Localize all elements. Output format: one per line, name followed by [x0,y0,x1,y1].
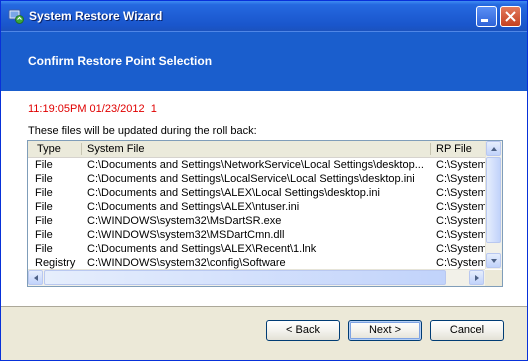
scroll-right-button[interactable] [469,270,484,285]
scroll-down-icon [491,259,497,263]
minimize-icon [481,19,488,22]
scroll-up-icon [491,147,497,151]
cell-system-file: C:\Documents and Settings\LocalService\L… [87,173,415,185]
table-row[interactable]: File C:\Documents and Settings\LocalServ… [28,173,485,186]
vertical-scrollbar[interactable] [485,141,502,269]
list-header: Type System File RP File [28,141,485,158]
minimize-button[interactable] [476,6,497,27]
scroll-up-button[interactable] [486,141,501,156]
cancel-button[interactable]: Cancel [430,320,504,341]
cell-system-file: C:\Documents and Settings\ALEX\Local Set… [87,187,380,199]
table-row[interactable]: File C:\Documents and Settings\ALEX\ntus… [28,201,485,214]
cell-type: File [35,229,53,241]
column-header-type[interactable]: Type [37,143,61,155]
close-icon [505,11,516,22]
cell-type: File [35,173,53,185]
cell-rp-file: C:\System [436,173,485,185]
vertical-scroll-thumb[interactable] [486,157,501,243]
table-row[interactable]: File C:\Documents and Settings\ALEX\Rece… [28,243,485,256]
scroll-right-icon [475,275,479,281]
cell-system-file: C:\Documents and Settings\NetworkService… [87,159,424,171]
cell-system-file: C:\WINDOWS\system32\MsDartSR.exe [87,215,282,227]
cell-rp-file: C:\System [436,159,485,171]
restore-point-label: 11:19:05PM 01/23/2012 1 [28,103,157,115]
cell-rp-file: C:\System [436,257,485,269]
restore-point-timestamp: 11:19:05PM 01/23/2012 [28,103,145,115]
horizontal-scrollbar[interactable] [28,269,485,286]
cell-rp-file: C:\System [436,229,485,241]
cell-system-file: C:\WINDOWS\system32\config\Software [87,257,286,269]
cell-type: Registry [35,257,76,269]
cell-type: File [35,187,53,199]
cell-type: File [35,159,53,171]
cell-rp-file: C:\System [436,201,485,213]
window-title: System Restore Wizard [29,9,163,23]
cell-type: File [35,215,53,227]
cell-rp-file: C:\System [436,243,485,255]
back-button[interactable]: < Back [266,320,340,341]
file-list[interactable]: Type System File RP File File C:\Documen… [27,140,503,287]
system-restore-icon [8,8,24,24]
wizard-content: 11:19:05PM 01/23/2012 1 These files will… [1,91,527,306]
scrollbar-corner [485,270,502,286]
cell-system-file: C:\WINDOWS\system32\MSDartCmn.dll [87,229,285,241]
column-divider[interactable] [430,143,431,155]
table-row[interactable]: File C:\WINDOWS\system32\MSDartCmn.dll C… [28,229,485,242]
cell-system-file: C:\Documents and Settings\ALEX\ntuser.in… [87,201,300,213]
close-button[interactable] [500,6,521,27]
scroll-down-button[interactable] [486,253,501,268]
cell-system-file: C:\Documents and Settings\ALEX\Recent\1.… [87,243,317,255]
cell-type: File [35,201,53,213]
table-row[interactable]: Registry C:\WINDOWS\system32\config\Soft… [28,257,485,269]
cell-type: File [35,243,53,255]
wizard-window: System Restore Wizard Confirm Restore Po… [0,0,528,361]
scroll-left-button[interactable] [28,270,43,285]
next-button[interactable]: Next > [348,320,422,341]
cell-rp-file: C:\System [436,187,485,199]
table-row[interactable]: File C:\Documents and Settings\NetworkSe… [28,159,485,172]
title-bar[interactable]: System Restore Wizard [1,1,527,31]
restore-point-number: 1 [150,103,157,115]
page-title: Confirm Restore Point Selection [28,54,213,68]
table-row[interactable]: File C:\WINDOWS\system32\MsDartSR.exe C:… [28,215,485,228]
button-bar: < Back Next > Cancel [1,306,527,360]
list-rows: File C:\Documents and Settings\NetworkSe… [28,159,485,269]
column-divider[interactable] [81,143,82,155]
column-header-system-file[interactable]: System File [87,143,144,155]
horizontal-scroll-thumb[interactable] [44,270,446,285]
instructions-text: These files will be updated during the r… [28,125,257,137]
scroll-left-icon [34,275,38,281]
wizard-header: Confirm Restore Point Selection [1,31,527,91]
table-row[interactable]: File C:\Documents and Settings\ALEX\Loca… [28,187,485,200]
column-header-rp-file[interactable]: RP File [436,143,472,155]
cell-rp-file: C:\System [436,215,485,227]
